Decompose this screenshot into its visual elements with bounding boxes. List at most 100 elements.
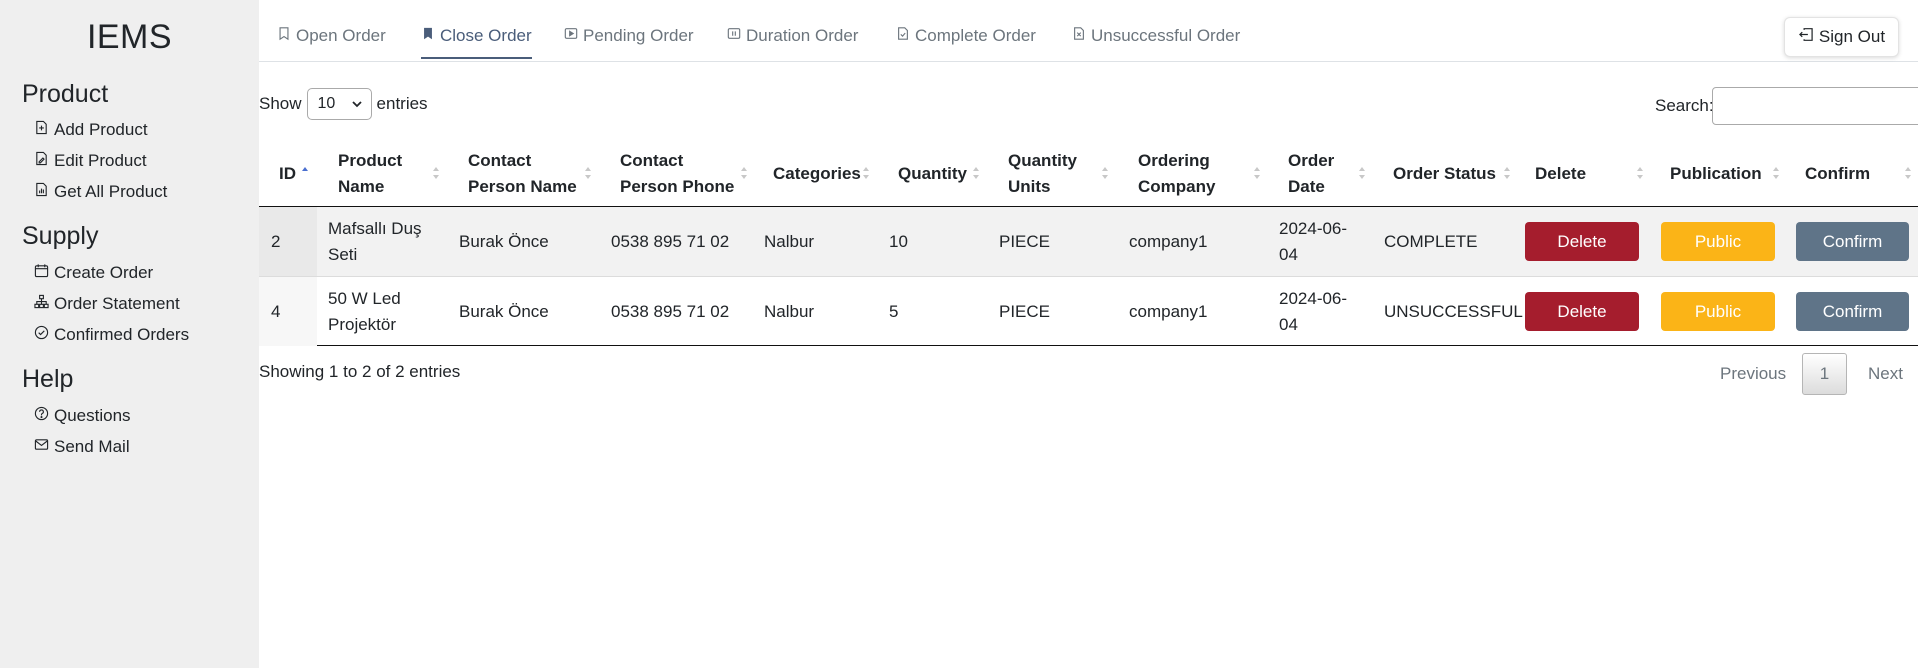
column-header-contact-person-name[interactable]: Contact Person Name	[468, 140, 577, 207]
column-header-product-name[interactable]: Product Name	[338, 140, 402, 207]
sidebar-item-edit-product[interactable]: Edit Product	[34, 151, 147, 171]
section-title-supply: Supply	[22, 222, 99, 250]
column-header-id[interactable]: ID	[279, 140, 296, 207]
header-label: Publication	[1670, 163, 1762, 183]
sort-icon	[1102, 167, 1108, 179]
sidebar-item-get-all-product[interactable]: Get All Product	[34, 182, 167, 202]
header-label: Order Status	[1393, 163, 1496, 183]
table-row: 2 Mafsallı Duş Seti Burak Önce 0538 895 …	[259, 207, 1918, 276]
header-label: Categories	[773, 163, 861, 183]
question-circle-icon	[34, 406, 49, 426]
tab-close-order[interactable]: Close Order	[421, 26, 532, 46]
tab-complete-order[interactable]: Complete Order	[896, 26, 1036, 46]
active-tab-indicator	[421, 57, 532, 59]
sidebar-item-create-order[interactable]: Create Order	[34, 263, 153, 283]
sort-icon	[973, 167, 979, 179]
sidebar-item-label: Order Statement	[54, 294, 180, 313]
entries-label: entries	[376, 94, 428, 113]
sort-icon	[1773, 167, 1779, 179]
header-label: Order Date	[1288, 150, 1335, 196]
cell-units: PIECE	[999, 301, 1051, 321]
cell-quantity: 10	[889, 231, 908, 251]
cell-contact-phone: 0538 895 71 02	[611, 231, 730, 251]
play-icon	[564, 26, 578, 46]
diagram-icon	[34, 294, 49, 314]
id-cell-bg	[259, 207, 317, 276]
sidebar-item-label: Create Order	[54, 263, 154, 282]
cell-product-name: 50 W Led Projektör	[328, 288, 401, 334]
delete-button[interactable]: Delete	[1525, 222, 1639, 261]
cell-category: Nalbur	[764, 301, 815, 321]
pause-icon	[727, 26, 741, 46]
previous-page-button[interactable]: Previous	[1720, 364, 1786, 384]
file-plus-icon	[34, 120, 49, 140]
column-header-order-status[interactable]: Order Status	[1393, 140, 1496, 207]
sort-icon	[1359, 167, 1365, 179]
cell-contact-name: Burak Önce	[459, 301, 549, 321]
box-arrow-left-icon	[1798, 27, 1814, 47]
tab-label: Unsuccessful Order	[1091, 26, 1241, 45]
header-label: Delete	[1535, 163, 1587, 183]
page-length-control: Show 10 entries	[259, 88, 428, 120]
public-button[interactable]: Public	[1661, 292, 1775, 331]
next-page-button[interactable]: Next	[1868, 364, 1903, 384]
sidebar-item-label: Confirmed Orders	[54, 325, 190, 344]
cell-product-name: Mafsallı Duş Seti	[328, 218, 422, 264]
page-button-current[interactable]: 1	[1802, 353, 1847, 395]
column-header-quantity[interactable]: Quantity	[898, 140, 967, 207]
cell-units: PIECE	[999, 231, 1051, 251]
sidebar-item-confirmed-orders[interactable]: Confirmed Orders	[34, 325, 189, 345]
cell-contact-phone: 0538 895 71 02	[611, 301, 730, 321]
tab-unsuccessful-order[interactable]: Unsuccessful Order	[1072, 26, 1240, 46]
sidebar: IEMS Product Add Product Edit Product Ge…	[0, 0, 259, 668]
sidebar-item-label: Questions	[54, 406, 131, 425]
column-header-categories[interactable]: Categories	[773, 140, 861, 207]
tab-pending-order[interactable]: Pending Order	[564, 26, 694, 46]
column-header-quantity-units[interactable]: Quantity Units	[1008, 140, 1077, 207]
sidebar-item-send-mail[interactable]: Send Mail	[34, 437, 130, 457]
tab-duration-order[interactable]: Duration Order	[727, 26, 858, 46]
sign-out-button[interactable]: Sign Out	[1784, 17, 1899, 57]
column-header-order-date[interactable]: Order Date	[1288, 140, 1334, 207]
tab-label: Duration Order	[746, 26, 859, 45]
header-label: Confirm	[1805, 163, 1871, 183]
column-header-publication[interactable]: Publication	[1670, 140, 1762, 207]
show-label: Show	[259, 94, 302, 113]
check-circle-icon	[34, 325, 49, 345]
public-button[interactable]: Public	[1661, 222, 1775, 261]
header-label: Contact Person Name	[468, 150, 577, 196]
table-header: ID Product Name Contact Person Name Cont…	[259, 140, 1918, 207]
header-label: Contact Person Phone	[620, 150, 735, 196]
column-header-ordering-company[interactable]: Ordering Company	[1138, 140, 1215, 207]
header-label: Product Name	[338, 150, 403, 196]
sidebar-item-label: Add Product	[54, 120, 148, 139]
sidebar-item-order-statement[interactable]: Order Statement	[34, 294, 180, 314]
header-label: Quantity	[898, 163, 967, 183]
sort-icon	[433, 167, 439, 179]
delete-button[interactable]: Delete	[1525, 292, 1639, 331]
column-header-delete[interactable]: Delete	[1535, 140, 1586, 207]
table-row: 4 50 W Led Projektör Burak Önce 0538 895…	[259, 277, 1918, 346]
sidebar-item-label: Get All Product	[54, 182, 168, 201]
cell-category: Nalbur	[764, 231, 815, 251]
section-title-help: Help	[22, 365, 74, 393]
cell-company: company1	[1129, 301, 1208, 321]
section-title-product: Product	[22, 80, 109, 108]
envelope-icon	[34, 437, 49, 457]
sidebar-item-questions[interactable]: Questions	[34, 406, 131, 426]
search-input[interactable]	[1712, 87, 1918, 125]
column-header-confirm[interactable]: Confirm	[1805, 140, 1870, 207]
confirm-button[interactable]: Confirm	[1796, 222, 1909, 261]
sort-icon	[585, 167, 591, 179]
id-cell-bg	[259, 277, 317, 346]
confirm-button[interactable]: Confirm	[1796, 292, 1909, 331]
sort-icon	[1905, 167, 1911, 179]
sidebar-item-add-product[interactable]: Add Product	[34, 120, 148, 140]
entries-select[interactable]: 10	[306, 88, 372, 120]
sort-icon	[741, 167, 747, 179]
cell-quantity: 5	[889, 301, 899, 321]
sort-icon	[863, 167, 869, 179]
tab-open-order[interactable]: Open Order	[277, 26, 386, 46]
column-header-contact-person-phone[interactable]: Contact Person Phone	[620, 140, 734, 207]
file-chart-icon	[34, 182, 49, 202]
